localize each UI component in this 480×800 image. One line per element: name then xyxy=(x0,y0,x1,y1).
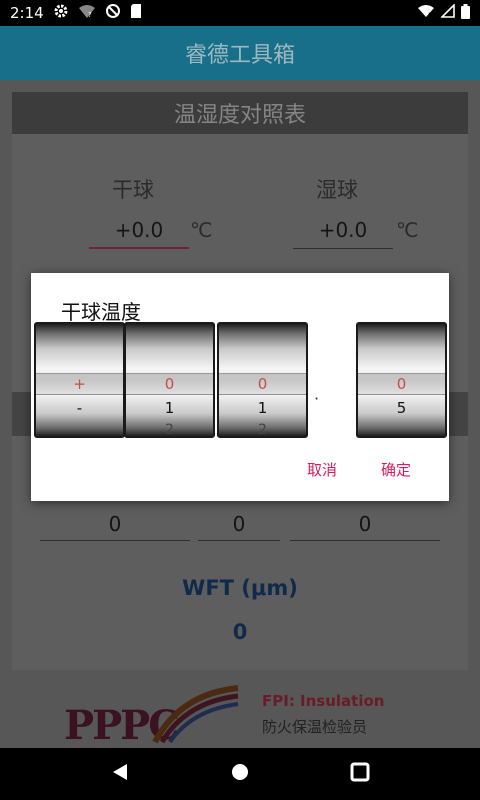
wet-bulb-input[interactable]: +0.0 xyxy=(293,218,393,242)
tens-wheel[interactable]: 0 1 2 xyxy=(124,322,215,438)
confirm-button[interactable]: 确定 xyxy=(381,459,411,480)
wheel-next2-value: 2 xyxy=(165,422,174,438)
wheel-next-value: 1 xyxy=(257,399,268,417)
wft-label: WFT (μm) xyxy=(182,576,298,600)
status-bar: 2:14 ? ! xyxy=(0,0,480,26)
back-icon[interactable] xyxy=(110,762,130,786)
home-icon[interactable] xyxy=(230,762,250,786)
sign-wheel[interactable]: + - xyxy=(34,322,125,438)
battery-icon xyxy=(461,3,470,23)
signal-icon xyxy=(440,3,455,22)
card-header: 温湿度对照表 xyxy=(12,92,468,134)
wheel-next-value: 1 xyxy=(164,399,175,417)
wifi-icon: ! xyxy=(417,4,435,22)
decimal-wheel[interactable]: 0 5 xyxy=(356,322,447,438)
wifi-question-icon: ? xyxy=(78,3,96,23)
navigation-bar xyxy=(0,748,480,800)
banner: PPPC FPI: Insulation 防火保温检验员 xyxy=(0,676,480,749)
dialog-title: 干球温度 xyxy=(61,300,141,324)
result-value-1: 0 xyxy=(108,512,122,536)
sd-card-icon xyxy=(130,3,142,23)
app-bar: 睿德工具箱 xyxy=(0,26,480,80)
wheel-selected-value: + xyxy=(73,375,86,393)
svg-text:!: ! xyxy=(428,12,430,18)
status-time: 2:14 xyxy=(10,4,44,22)
wet-bulb-underline xyxy=(293,248,393,249)
dry-bulb-picker-dialog: 干球温度 + - 0 1 2 0 1 2 · 0 5 取消 确定 xyxy=(31,273,449,501)
dry-bulb-label: 干球 xyxy=(112,178,154,202)
data-saver-icon xyxy=(105,3,121,23)
result-underline-2 xyxy=(198,540,280,541)
logo-swoosh-icon xyxy=(150,684,240,748)
wft-value: 0 xyxy=(232,620,248,644)
wheel-selected-value: 0 xyxy=(257,375,268,393)
banner-line-2: 防火保温检验员 xyxy=(262,718,368,736)
dry-bulb-input[interactable]: +0.0 xyxy=(89,218,189,242)
result-value-3: 0 xyxy=(358,512,372,536)
banner-line-1: FPI: Insulation xyxy=(262,692,385,710)
wheel-next-value: 5 xyxy=(396,399,407,417)
svg-text:?: ? xyxy=(88,11,92,19)
cancel-button[interactable]: 取消 xyxy=(307,459,337,480)
recents-icon[interactable] xyxy=(350,762,370,786)
wet-bulb-label: 湿球 xyxy=(316,178,358,202)
wet-bulb-unit: ℃ xyxy=(396,218,419,242)
result-underline-1 xyxy=(40,540,190,541)
wheel-selected-value: 0 xyxy=(396,375,407,393)
settings-icon xyxy=(53,3,69,23)
wheel-selected-value: 0 xyxy=(164,375,175,393)
ones-wheel[interactable]: 0 1 2 xyxy=(217,322,308,438)
wheel-next-value: - xyxy=(76,399,83,417)
app-title: 睿德工具箱 xyxy=(184,43,295,68)
decimal-point: · xyxy=(314,389,320,408)
card-title: 温湿度对照表 xyxy=(173,103,306,128)
dry-bulb-underline xyxy=(89,247,189,249)
result-underline-3 xyxy=(290,540,440,541)
result-value-2: 0 xyxy=(232,512,246,536)
dry-bulb-unit: ℃ xyxy=(190,218,213,242)
wheel-next2-value: 2 xyxy=(258,422,267,438)
